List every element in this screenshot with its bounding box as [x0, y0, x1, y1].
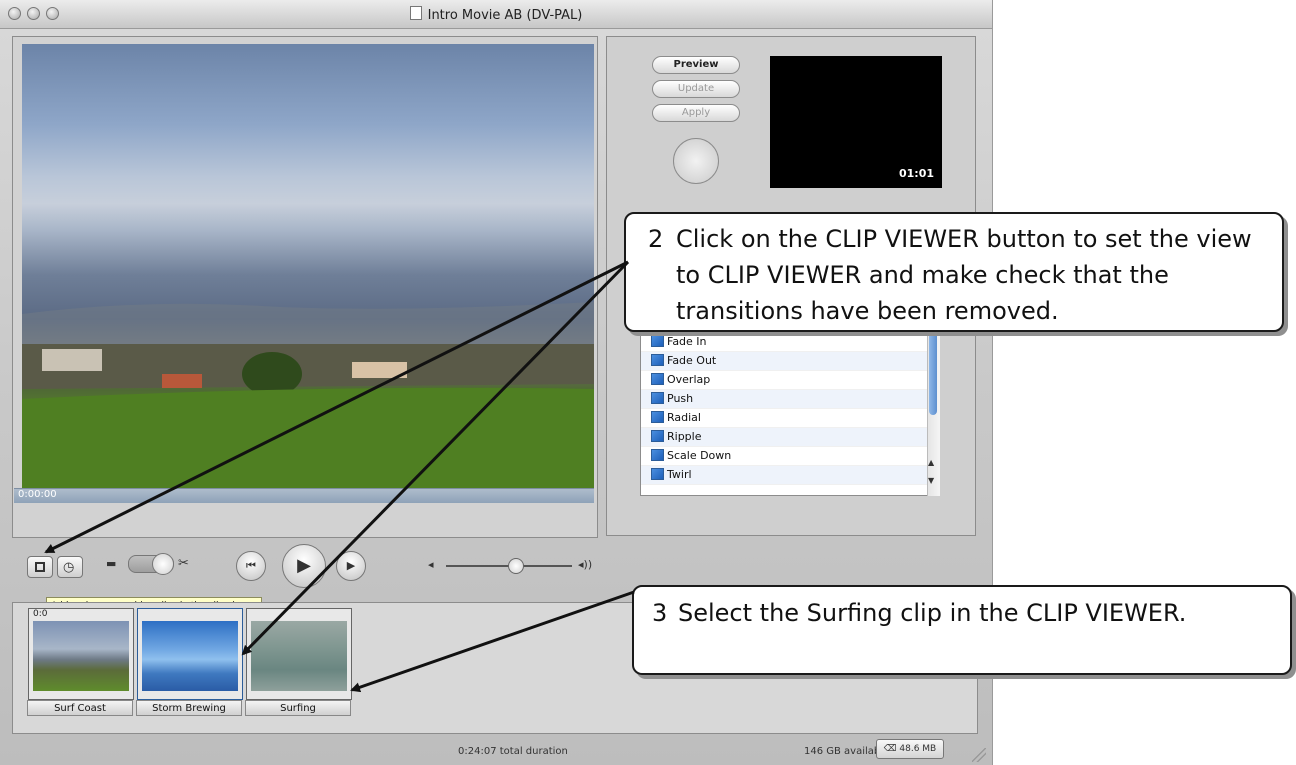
arrow-to-clip-viewer-button	[44, 260, 629, 554]
arrow-to-storm-brewing	[241, 260, 630, 656]
arrow-to-surfing	[350, 590, 635, 693]
callout-arrows	[44, 260, 635, 693]
